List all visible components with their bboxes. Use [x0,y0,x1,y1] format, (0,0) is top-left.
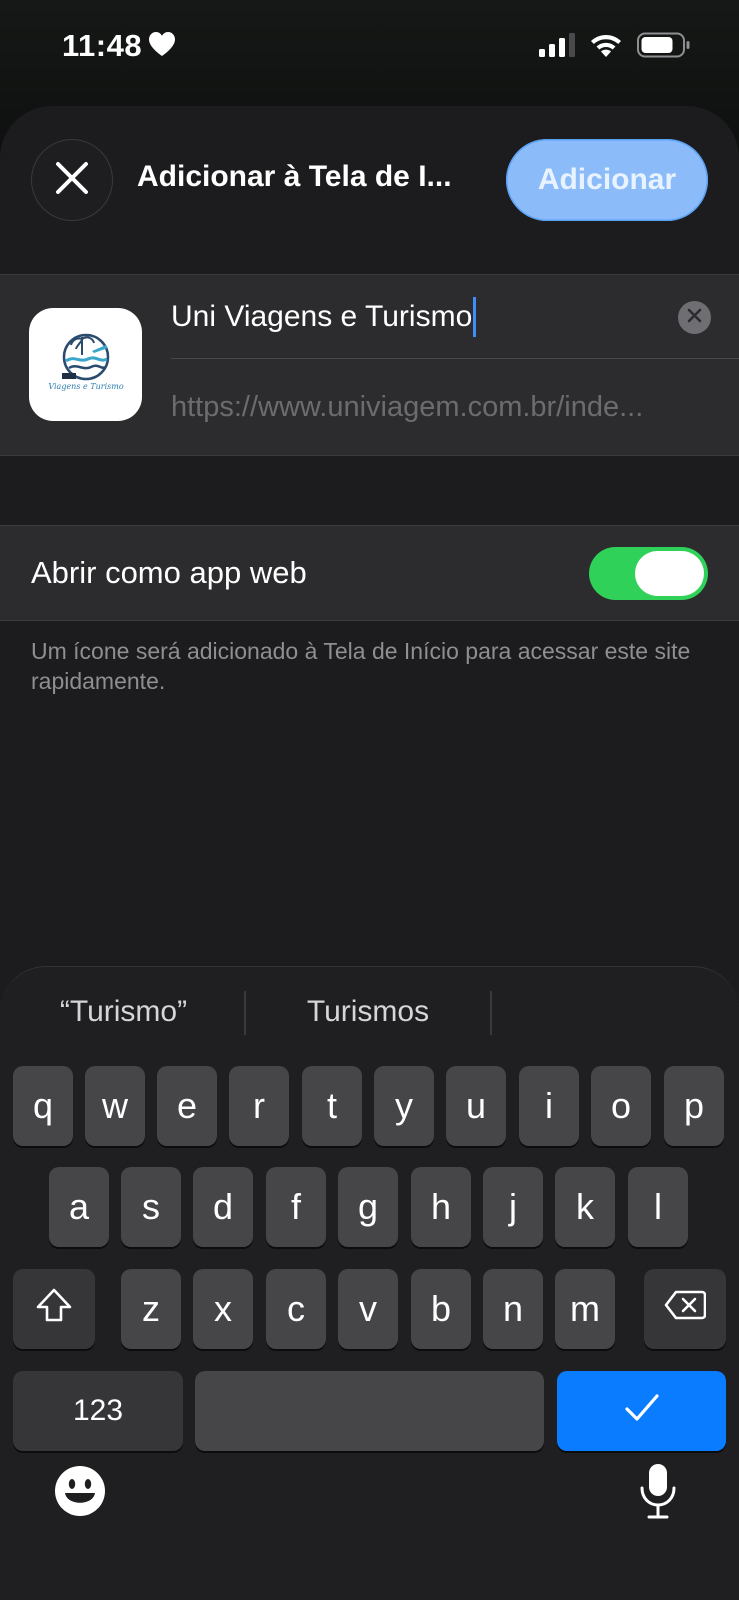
heart-icon [148,31,176,62]
keyboard: “Turismo” Turismos q w e r t y u i o p a… [0,966,739,1600]
space-key[interactable] [195,1371,544,1451]
backspace-icon [664,1288,707,1330]
footnote-text: Um ícone será adicionado à Tela de Iníci… [31,638,691,694]
key-z[interactable]: z [121,1269,181,1349]
status-bar: 11:48 [0,0,739,100]
shift-icon [35,1287,73,1332]
key-e[interactable]: e [157,1066,217,1146]
key-x[interactable]: x [193,1269,253,1349]
name-input-value: Uni Viagens e Turismo [171,299,473,333]
key-w[interactable]: w [85,1066,145,1146]
key-o[interactable]: o [591,1066,651,1146]
key-u[interactable]: u [446,1066,506,1146]
suggestion-bar: “Turismo” Turismos [0,967,739,1057]
wifi-icon [589,32,623,63]
key-n[interactable]: n [483,1269,543,1349]
key-i[interactable]: i [519,1066,579,1146]
suggestion-item[interactable]: “Turismo” [20,995,227,1029]
key-f[interactable]: f [266,1167,326,1247]
key-l[interactable]: l [628,1167,688,1247]
key-b[interactable]: b [411,1269,471,1349]
text-caret [473,296,477,337]
backspace-key[interactable] [644,1269,726,1349]
suggestion-divider [244,991,246,1035]
dictation-button[interactable] [630,1461,686,1525]
web-app-row: Abrir como app web [0,525,739,621]
numbers-key[interactable]: 123 [13,1371,183,1451]
suggestion-item[interactable]: Turismos [264,995,472,1029]
web-app-label: Abrir como app web [31,555,307,590]
name-input[interactable]: Uni Viagens e Turismo [171,296,477,337]
key-v[interactable]: v [338,1269,398,1349]
key-d[interactable]: d [193,1167,253,1247]
toggle-knob [635,551,704,596]
suggestion-divider [490,991,492,1035]
url-row: https://www.univiagem.com.br/inde... [171,359,709,455]
uni-logo-icon: Viagens e Turismo [48,333,123,391]
key-s[interactable]: s [121,1167,181,1247]
name-field-row[interactable]: Uni Viagens e Turismo [171,275,739,359]
sheet-nav-bar: Adicionar à Tela de I... Adicionar [0,106,739,266]
key-c[interactable]: c [266,1269,326,1349]
key-m[interactable]: m [555,1269,615,1349]
battery-icon [637,32,691,63]
done-key[interactable] [557,1371,726,1451]
web-app-toggle[interactable] [589,547,708,600]
icon-caption: Viagens e Turismo [48,382,123,391]
checkmark-icon [624,1390,660,1432]
key-q[interactable]: q [13,1066,73,1146]
emoji-icon [53,1464,107,1523]
microphone-icon [638,1462,678,1525]
key-r[interactable]: r [229,1066,289,1146]
clear-icon [687,308,702,328]
close-icon [55,161,89,200]
emoji-button[interactable] [52,1465,108,1521]
shift-key[interactable] [13,1269,95,1349]
key-g[interactable]: g [338,1167,398,1247]
key-y[interactable]: y [374,1066,434,1146]
screen: 11:48 Adicionar à Tela de I... Adicionar… [0,0,739,1600]
bookmark-card: Viagens e Turismo Uni Viagens e Turismo … [0,274,739,456]
close-button[interactable] [31,139,113,221]
key-h[interactable]: h [411,1167,471,1247]
key-a[interactable]: a [49,1167,109,1247]
key-j[interactable]: j [483,1167,543,1247]
clear-text-button[interactable] [678,301,711,334]
sheet-title: Adicionar à Tela de I... [137,160,452,193]
key-p[interactable]: p [664,1066,724,1146]
status-icons [539,32,691,63]
time-group: 11:48 [62,28,176,64]
key-k[interactable]: k [555,1167,615,1247]
url-text: https://www.univiagem.com.br/inde... [171,390,644,423]
app-icon-preview: Viagens e Turismo [29,308,142,421]
add-button[interactable]: Adicionar [506,139,708,221]
status-time: 11:48 [62,28,143,63]
key-t[interactable]: t [302,1066,362,1146]
cellular-signal-icon [539,33,575,62]
